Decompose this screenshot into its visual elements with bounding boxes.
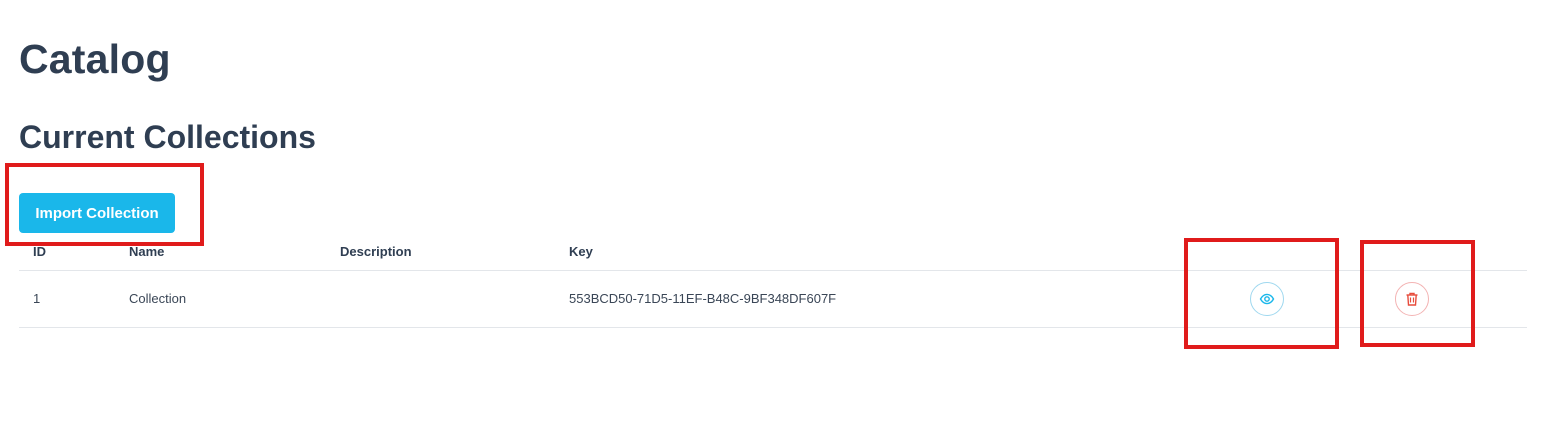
- column-header-name: Name: [129, 244, 165, 259]
- delete-collection-button[interactable]: [1395, 282, 1429, 316]
- cell-key: 553BCD50-71D5-11EF-B48C-9BF348DF607F: [569, 291, 837, 306]
- page-title: Catalog: [19, 36, 171, 82]
- table-row: 1 Collection 553BCD50-71D5-11EF-B48C-9BF…: [19, 271, 1527, 328]
- collections-table: ID Name Description Key 1 Collection 553…: [19, 236, 1527, 328]
- cell-id: 1: [33, 291, 41, 306]
- trash-icon: [1406, 292, 1418, 306]
- column-header-description: Description: [340, 244, 412, 259]
- eye-icon: [1259, 293, 1275, 305]
- column-header-id: ID: [33, 244, 46, 259]
- section-title: Current Collections: [19, 119, 316, 155]
- view-collection-button[interactable]: [1250, 282, 1284, 316]
- table-header: ID Name Description Key: [19, 236, 1527, 271]
- import-collection-button[interactable]: Import Collection: [19, 193, 175, 233]
- cell-name: Collection: [129, 291, 187, 306]
- column-header-key: Key: [569, 244, 593, 259]
